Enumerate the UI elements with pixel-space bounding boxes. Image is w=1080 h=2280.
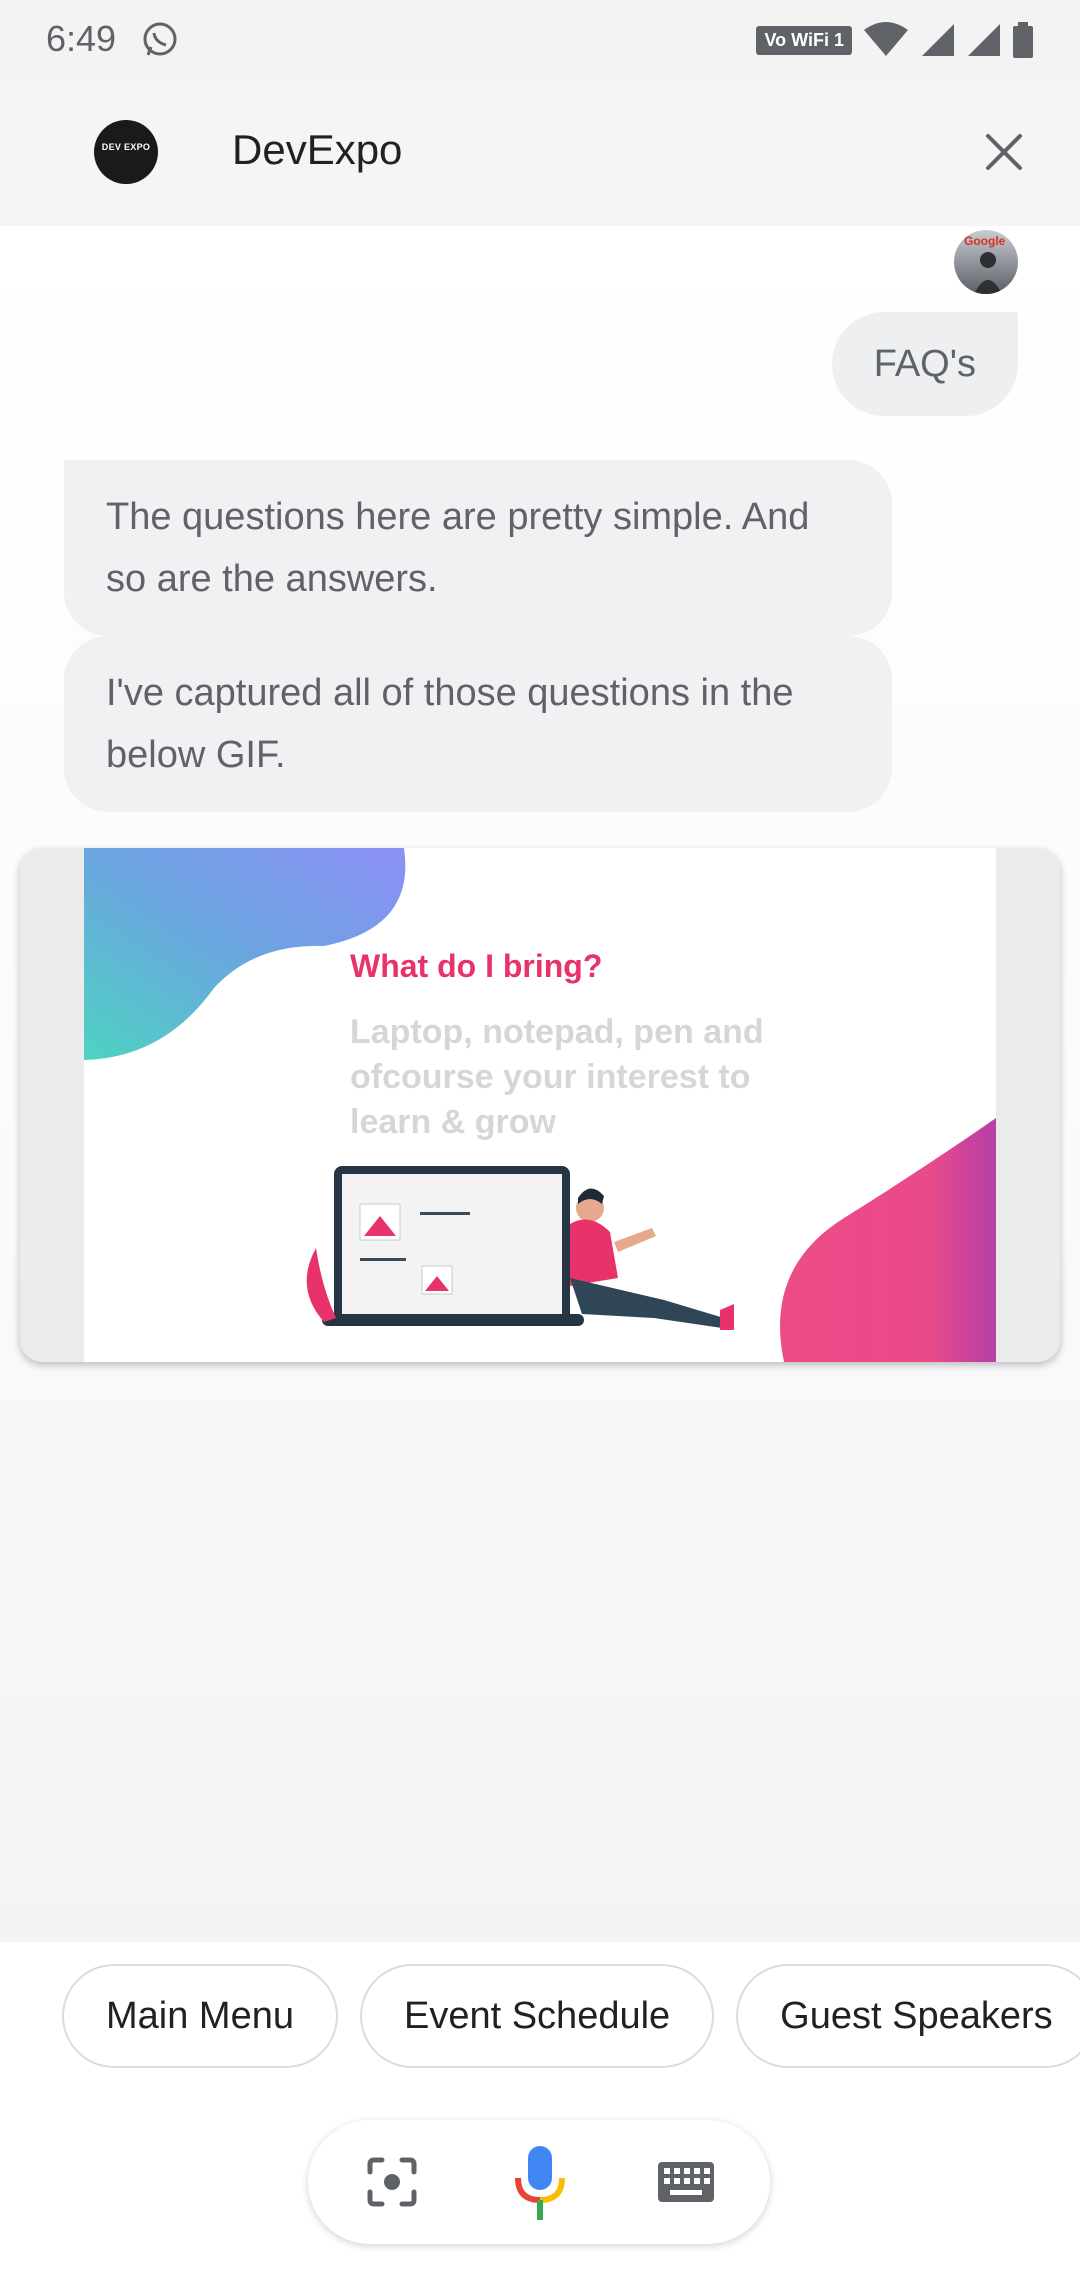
user-avatar: Google — [954, 230, 1018, 294]
user-message: FAQ's — [831, 312, 1018, 416]
faq-gif[interactable]: What do I bring? Laptop, notepad, pen an… — [84, 848, 996, 1362]
close-icon[interactable] — [976, 124, 1032, 180]
bot-message: I've captured all of those questions in … — [64, 636, 892, 812]
devexpo-logo: DEV EXPO — [94, 120, 158, 184]
whatsapp-icon — [143, 22, 177, 56]
assistant-input-bar — [308, 2120, 770, 2244]
suggestion-chips: Main Menu Event Schedule Guest Speakers — [62, 1964, 1080, 2068]
signal-roaming-icon — [968, 24, 1000, 56]
app-title: DevExpo — [232, 126, 403, 173]
wifi-icon — [864, 22, 908, 56]
mic-icon[interactable] — [510, 2146, 570, 2222]
gif-card[interactable]: What do I bring? Laptop, notepad, pen an… — [20, 848, 1060, 1362]
battery-icon — [1013, 22, 1033, 58]
chip-guest-speakers[interactable]: Guest Speakers — [736, 1964, 1080, 2068]
assistant-screen: 6:49 Vo WiFi 1 DEV EXPO DevExpo Google F… — [0, 0, 1080, 2280]
status-bar: 6:49 Vo WiFi 1 — [0, 0, 1080, 80]
conversation: Google FAQ's The questions here are pret… — [0, 226, 1080, 1942]
vowifi-badge: Vo WiFi 1 — [756, 25, 852, 55]
status-time: 6:49 — [46, 18, 117, 59]
gif-heading: What do I bring? — [350, 948, 603, 984]
keyboard-icon[interactable] — [656, 2158, 716, 2206]
app-header: DEV EXPO DevExpo — [0, 80, 1080, 226]
chip-main-menu[interactable]: Main Menu — [62, 1964, 338, 2068]
status-icons: Vo WiFi 1 — [756, 22, 1034, 58]
lens-icon[interactable] — [364, 2154, 420, 2210]
gif-body: Laptop, notepad, pen and ofcourse your i… — [350, 1013, 764, 1141]
bot-message: The questions here are pretty simple. An… — [64, 460, 892, 636]
chip-event-schedule[interactable]: Event Schedule — [359, 1964, 715, 2068]
signal-icon — [922, 24, 954, 56]
logo-text: DEV EXPO — [101, 142, 151, 152]
